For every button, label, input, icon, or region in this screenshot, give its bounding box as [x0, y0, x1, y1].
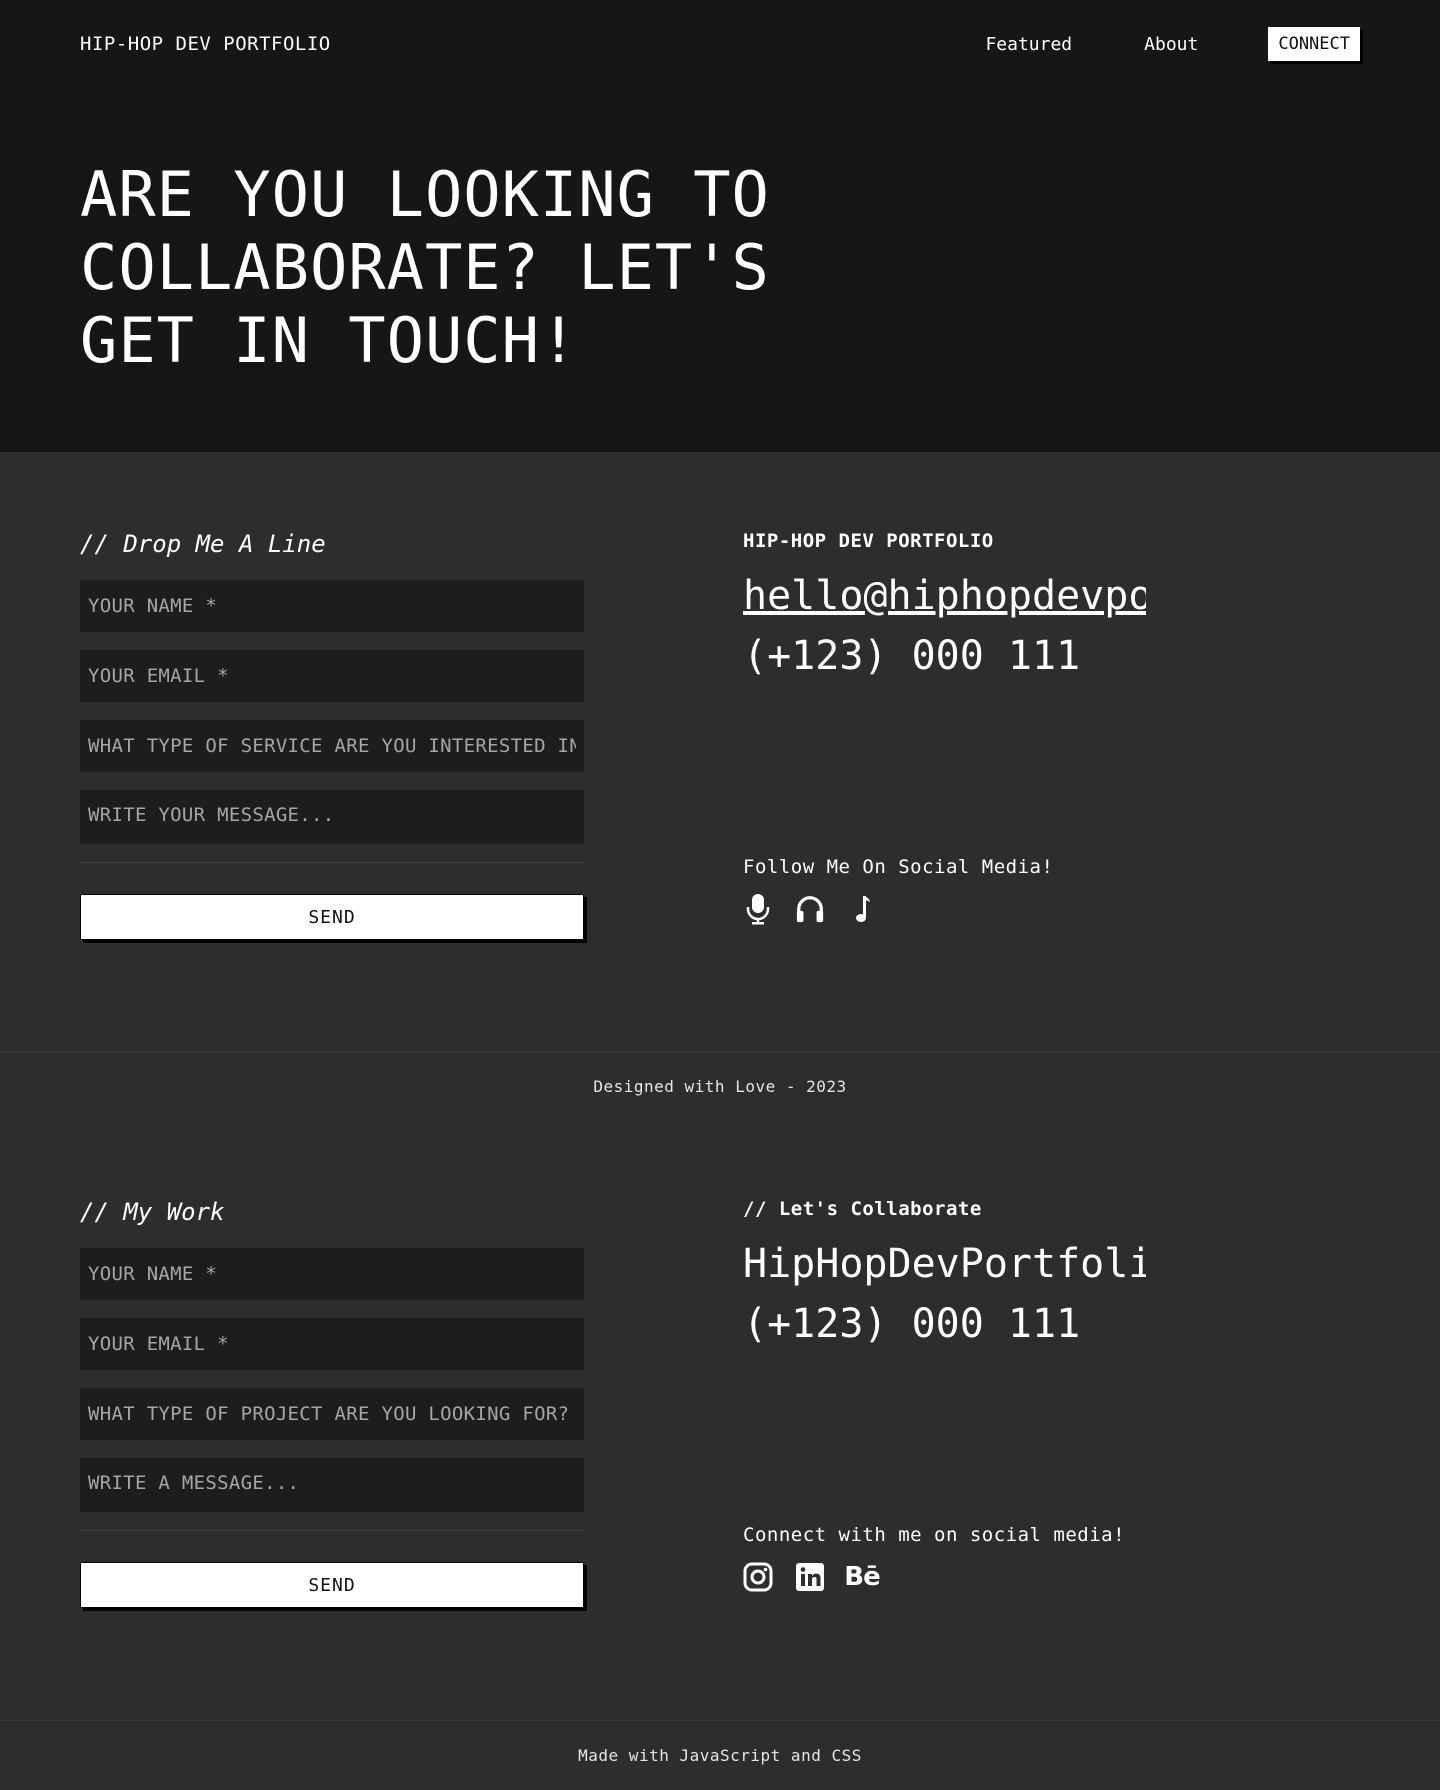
service-input[interactable] [80, 720, 584, 772]
social-label: Follow Me On Social Media! [743, 856, 1054, 878]
social-icons: Bē [743, 1560, 1143, 1594]
top-nav: HIP-HOP DEV PORTFOLIO Featured About CON… [80, 26, 1360, 62]
email-input[interactable] [80, 1318, 584, 1370]
info-heading: // Let's Collaborate [743, 1198, 982, 1220]
phone-number: (+123) 000 111 [743, 633, 1081, 679]
send-button[interactable]: SEND [80, 894, 584, 940]
message-textarea[interactable] [80, 790, 584, 844]
form-divider [80, 862, 584, 863]
project-input[interactable] [80, 1388, 584, 1440]
message-textarea[interactable] [80, 1458, 584, 1512]
info-heading: HIP-HOP DEV PORTFOLIO [743, 530, 994, 552]
connect-button[interactable]: CONNECT [1268, 27, 1360, 61]
footer-made-with: Made with JavaScript and CSS [0, 1720, 1440, 1790]
music-note-icon[interactable] [847, 892, 877, 926]
name-input[interactable] [80, 580, 584, 632]
behance-icon[interactable]: Bē [844, 1560, 880, 1594]
contact-section-drop-line: // Drop Me A Line SEND HIP-HOP DEV PORTF… [0, 452, 1440, 1096]
brand-logo[interactable]: HIP-HOP DEV PORTFOLIO [80, 33, 331, 55]
contact-form: // Drop Me A Line SEND [80, 530, 584, 940]
work-form: // My Work SEND [80, 1198, 584, 1608]
headphones-icon[interactable] [795, 892, 825, 926]
social-icons [743, 892, 1143, 926]
email-input[interactable] [80, 650, 584, 702]
nav-links: Featured About CONNECT [985, 27, 1360, 61]
nav-link-featured[interactable]: Featured [985, 34, 1072, 55]
email-link[interactable]: hello@hiphopdevportfolio.com [743, 566, 1146, 626]
social-label: Connect with me on social media! [743, 1524, 1126, 1546]
linkedin-icon[interactable] [795, 1560, 825, 1594]
site-name: HipHopDevPortfolio [743, 1241, 1146, 1287]
hero-title: ARE YOU LOOKING TO COLLABORATE? LET'S GE… [80, 158, 770, 377]
microphone-icon[interactable] [743, 892, 773, 926]
section-title: // My Work [80, 1198, 225, 1226]
page: HIP-HOP DEV PORTFOLIO Featured About CON… [0, 0, 1440, 1790]
hero-section: HIP-HOP DEV PORTFOLIO Featured About CON… [0, 0, 1440, 452]
section-title: // Drop Me A Line [80, 530, 326, 558]
phone-number: (+123) 000 111 [743, 1301, 1081, 1347]
nav-link-about[interactable]: About [1144, 34, 1198, 55]
footer-designed: Designed with Love - 2023 [0, 1052, 1440, 1120]
form-divider [80, 1530, 584, 1531]
contact-info: HIP-HOP DEV PORTFOLIO hello@hiphopdevpor… [743, 530, 1146, 926]
send-button[interactable]: SEND [80, 1562, 584, 1608]
instagram-icon[interactable] [743, 1560, 773, 1594]
name-input[interactable] [80, 1248, 584, 1300]
collab-info: // Let's Collaborate HipHopDevPortfolio … [743, 1198, 1146, 1594]
contact-section-my-work: // My Work SEND // Let's Collaborate Hip… [0, 1120, 1440, 1765]
